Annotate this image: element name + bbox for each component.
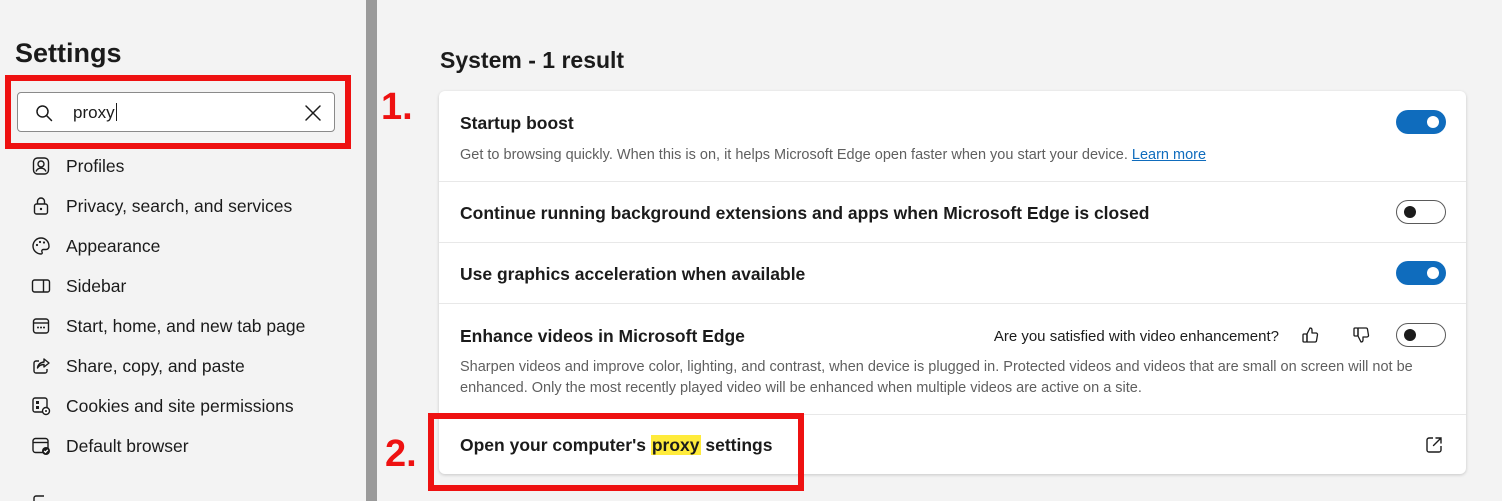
section-title: System - 1 result (440, 47, 625, 73)
setting-graphics-acceleration: Use graphics acceleration when available (439, 243, 1466, 304)
setting-startup-boost: Startup boost Get to browsing quickly. W… (439, 91, 1466, 182)
toggle-knob (1427, 116, 1439, 128)
sidebar-title: Settings (15, 38, 122, 68)
sidebar-item-label: Appearance (66, 236, 161, 256)
learn-more-link[interactable]: Learn more (1132, 147, 1206, 163)
setting-title: Use graphics acceleration when available (460, 264, 806, 284)
sidebar-item-profiles[interactable]: Profiles (0, 146, 366, 186)
sidebar-item-label: Default browser (66, 436, 189, 456)
palette-icon (32, 237, 50, 255)
setting-title: Continue running background extensions a… (460, 203, 1150, 223)
home-tab-icon (32, 318, 50, 334)
thumbs-up-icon[interactable] (1301, 326, 1319, 344)
toggle-knob (1404, 206, 1416, 218)
graphics-acceleration-toggle[interactable] (1396, 261, 1446, 285)
annotation-box-step2 (428, 413, 804, 491)
sidebar-item-cookies[interactable]: Cookies and site permissions (0, 386, 366, 426)
enhance-videos-toggle[interactable] (1396, 323, 1446, 347)
toggle-knob (1427, 267, 1439, 279)
sidebar-item-share[interactable]: Share, copy, and paste (0, 346, 366, 386)
cookies-icon (32, 397, 51, 416)
sidebar-item-sidebar[interactable]: Sidebar (0, 266, 366, 306)
default-browser-icon (32, 437, 50, 455)
sidebar-item-label: Cookies and site permissions (66, 396, 294, 416)
sidebar-item-privacy[interactable]: Privacy, search, and services (0, 186, 366, 226)
setting-title: Startup boost (460, 113, 574, 133)
sidebar-item-label: Sidebar (66, 276, 127, 296)
sidebar-item-label: Share, copy, and paste (66, 356, 245, 376)
setting-title: Enhance videos in Microsoft Edge (460, 326, 745, 346)
setting-description: Sharpen videos and improve color, lighti… (460, 359, 1413, 396)
sidebar-item-label: Privacy, search, and services (66, 196, 293, 216)
setting-description: Get to browsing quickly. When this is on… (460, 145, 1450, 166)
sidebar-item-appearance[interactable]: Appearance (0, 226, 366, 266)
setting-enhance-videos: Enhance videos in Microsoft Edge Are you… (439, 304, 1466, 415)
pane-divider (366, 0, 377, 501)
background-extensions-toggle[interactable] (1396, 200, 1446, 224)
sidebar-item-default-browser[interactable]: Default browser (0, 426, 366, 466)
annotation-label-step1: 1. (381, 86, 413, 128)
startup-boost-toggle[interactable] (1396, 110, 1446, 134)
annotation-label-step2: 2. (385, 433, 417, 475)
toggle-knob (1404, 329, 1416, 341)
setting-background-extensions: Continue running background extensions a… (439, 182, 1466, 243)
setting-description-text: Get to browsing quickly. When this is on… (460, 147, 1128, 163)
profile-icon (32, 157, 50, 175)
sidebar-item-label: Start, home, and new tab page (66, 316, 306, 336)
feedback-question: Are you satisfied with video enhancement… (993, 328, 1279, 345)
annotation-box-step1 (5, 75, 351, 149)
share-icon (33, 358, 50, 374)
sidebar-item-label: Profiles (66, 156, 125, 176)
external-link-icon[interactable] (1424, 435, 1444, 455)
settings-nav: Profiles Privacy, search, and services A… (0, 146, 366, 466)
thumbs-down-icon[interactable] (1352, 326, 1370, 344)
partial-nav-icon (33, 495, 44, 501)
sidebar-icon (31, 279, 51, 293)
lock-icon (33, 197, 49, 215)
sidebar-item-start-home[interactable]: Start, home, and new tab page (0, 306, 366, 346)
